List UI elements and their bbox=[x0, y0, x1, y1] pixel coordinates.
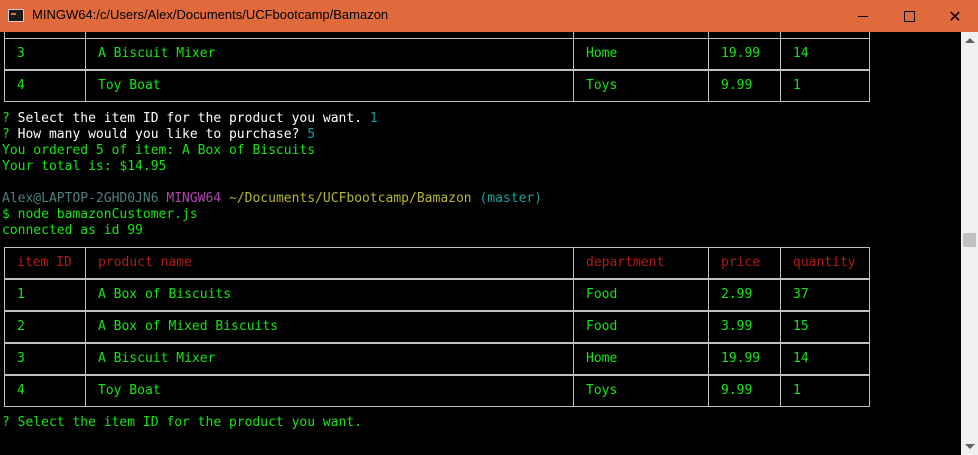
table-row: 2 A Box of Mixed Biscuits Food 3.99 15 bbox=[4, 311, 870, 343]
prompt-select-item-active[interactable]: ? Select the item ID for the product you… bbox=[2, 415, 362, 431]
order-confirmation: You ordered 5 of item: A Box of Biscuits bbox=[2, 143, 316, 158]
prompt-quantity: ? How many would you like to purchase? 5 bbox=[2, 127, 316, 142]
table-row: 3 A Biscuit Mixer Home 19.99 14 bbox=[4, 38, 870, 70]
title-bar[interactable]: MINGW64:/c/Users/Alex/Documents/UCFbootc… bbox=[0, 0, 978, 32]
table-row: 3 A Biscuit Mixer Home 19.99 14 bbox=[4, 343, 870, 375]
maximize-button[interactable] bbox=[886, 0, 932, 32]
connection-status: connected as id 99 bbox=[2, 223, 143, 238]
header-price: price bbox=[708, 247, 781, 279]
minimize-icon bbox=[858, 15, 868, 17]
window-title: MINGW64:/c/Users/Alex/Documents/UCFbootc… bbox=[32, 7, 389, 22]
table-header-row: item ID product name department price qu… bbox=[4, 247, 870, 279]
table-row: 4 Toy Boat Toys 9.99 1 bbox=[4, 70, 870, 102]
header-quantity: quantity bbox=[780, 247, 870, 279]
vertical-scrollbar[interactable] bbox=[961, 32, 978, 455]
minimize-button[interactable] bbox=[840, 0, 886, 32]
header-product-name: product name bbox=[85, 247, 574, 279]
close-icon: ✕ bbox=[948, 6, 962, 26]
table-row: 1 A Box of Biscuits Food 2.99 37 bbox=[4, 279, 870, 311]
table-row: 4 Toy Boat Toys 9.99 1 bbox=[4, 375, 870, 407]
shell-prompt: Alex@LAPTOP-2GHD0JN6 MINGW64 ~/Documents… bbox=[2, 191, 543, 206]
shell-command: $ node bamazonCustomer.js bbox=[2, 207, 198, 222]
scrollbar-thumb[interactable] bbox=[963, 233, 976, 247]
scroll-down-arrow-icon[interactable] bbox=[965, 444, 975, 449]
scroll-up-arrow-icon[interactable] bbox=[965, 38, 975, 43]
prompt-select-item: ? Select the item ID for the product you… bbox=[2, 111, 378, 126]
order-total: Your total is: $14.95 bbox=[2, 159, 167, 174]
terminal-output[interactable]: 3 A Biscuit Mixer Home 19.99 14 4 Toy Bo… bbox=[0, 32, 961, 455]
close-button[interactable]: ✕ bbox=[932, 0, 978, 32]
maximize-icon bbox=[903, 10, 915, 22]
header-item-id: item ID bbox=[4, 247, 86, 279]
terminal-app-icon bbox=[8, 9, 24, 22]
header-department: department bbox=[573, 247, 709, 279]
